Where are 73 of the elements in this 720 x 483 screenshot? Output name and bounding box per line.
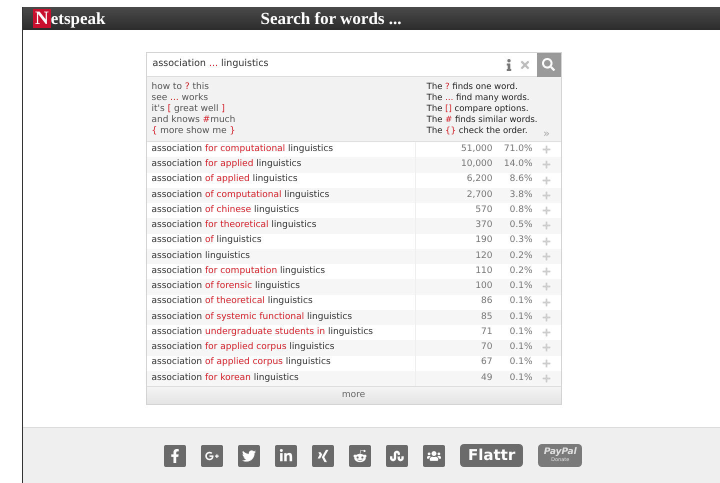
search-icon <box>542 58 555 71</box>
operator-hint: The # finds similar words. <box>426 115 538 126</box>
clear-icon[interactable] <box>518 58 530 70</box>
example-query[interactable]: see ... works <box>152 93 427 104</box>
page-title: Search for words ... <box>260 8 402 30</box>
result-phrase[interactable]: association of applied linguistics <box>146 173 414 187</box>
result-phrase[interactable]: association undergraduate students in linguistics <box>146 326 414 340</box>
result-phrase[interactable]: association of applied corpus linguistics <box>146 356 414 370</box>
people-icon[interactable] <box>423 444 445 466</box>
result-phrase[interactable]: association of systemic functional linguistics <box>146 310 414 324</box>
result-percent: 0.3% <box>508 234 532 248</box>
result-percent: 8.6% <box>508 173 532 186</box>
add-icon[interactable] <box>542 160 551 170</box>
add-icon[interactable] <box>542 206 551 216</box>
add-icon[interactable] <box>542 190 551 200</box>
result-percent: 0.5% <box>508 219 532 232</box>
search-button[interactable] <box>536 52 560 76</box>
result-percent: 0.1% <box>508 356 532 370</box>
add-icon[interactable] <box>542 358 551 368</box>
result-percent: 0.1% <box>508 295 532 308</box>
result-phrase[interactable]: association for computational linguistics <box>146 142 414 156</box>
example-query[interactable]: and knows #much <box>152 115 427 126</box>
result-phrase[interactable]: association of computational linguistics <box>146 188 414 202</box>
example-query[interactable]: { more show me } <box>152 126 427 137</box>
result-phrase[interactable]: association for computation linguistics <box>146 264 414 278</box>
add-icon[interactable] <box>542 298 551 307</box>
result-phrase[interactable]: association of forensic linguistics <box>146 280 414 294</box>
add-icon[interactable] <box>542 145 551 154</box>
result-phrase[interactable]: association for applied corpus linguistics <box>146 341 414 355</box>
result-percent: 71.0% <box>502 142 532 156</box>
example-query[interactable]: how to ? this <box>152 82 427 93</box>
result-percent: 0.2% <box>508 250 532 263</box>
result-percent: 14.0% <box>502 158 532 172</box>
result-phrase[interactable]: association of chinese linguistics <box>146 204 414 218</box>
result-phrase[interactable]: association of linguistics <box>146 234 414 248</box>
netspeak-logo[interactable]: Netspeak <box>33 9 106 28</box>
result-percent: 0.1% <box>508 341 532 354</box>
result-percent: 0.2% <box>508 264 532 278</box>
add-icon[interactable] <box>542 267 551 276</box>
result-phrase[interactable]: association linguistics <box>146 250 414 264</box>
add-icon[interactable] <box>542 252 551 261</box>
add-icon[interactable] <box>542 343 551 352</box>
add-icon[interactable] <box>542 312 551 322</box>
add-icon[interactable] <box>542 374 551 383</box>
operator-hint: The ? finds one word. <box>426 82 519 93</box>
add-icon[interactable] <box>542 282 551 292</box>
result-percent: 0.1% <box>508 280 532 294</box>
twitter-icon[interactable] <box>238 444 260 466</box>
operator-hint: The ... find many words. <box>426 93 530 104</box>
example-query[interactable]: it's [ great well ] <box>152 104 427 115</box>
flattr-button[interactable]: Flattr <box>460 444 524 467</box>
operator-hint: The {} check the order. <box>426 126 529 137</box>
result-percent: 0.1% <box>508 326 532 339</box>
add-icon[interactable] <box>542 236 551 246</box>
facebook-icon[interactable] <box>164 444 186 466</box>
result-phrase[interactable]: association of theoretical linguistics <box>146 295 414 309</box>
stumbleupon-icon[interactable] <box>386 444 408 466</box>
result-percent: 3.8% <box>508 188 532 202</box>
googleplus-icon[interactable] <box>201 444 223 466</box>
result-phrase[interactable]: association for theoretical linguistics <box>146 219 414 233</box>
result-percent: 0.8% <box>508 204 532 217</box>
result-percent: 0.1% <box>508 372 532 385</box>
operator-hint: The [] compare options. <box>426 104 530 115</box>
result-phrase[interactable]: association for korean linguistics <box>146 372 414 386</box>
more-button[interactable]: more <box>146 386 560 404</box>
result-phrase[interactable]: association for applied linguistics <box>146 158 414 172</box>
add-icon[interactable] <box>542 176 551 185</box>
result-percent: 0.1% <box>508 310 532 324</box>
add-icon[interactable] <box>542 328 551 338</box>
reddit-icon[interactable] <box>349 444 371 466</box>
xing-icon[interactable] <box>312 444 334 466</box>
linkedin-icon[interactable] <box>275 444 297 466</box>
add-icon[interactable] <box>542 221 551 230</box>
